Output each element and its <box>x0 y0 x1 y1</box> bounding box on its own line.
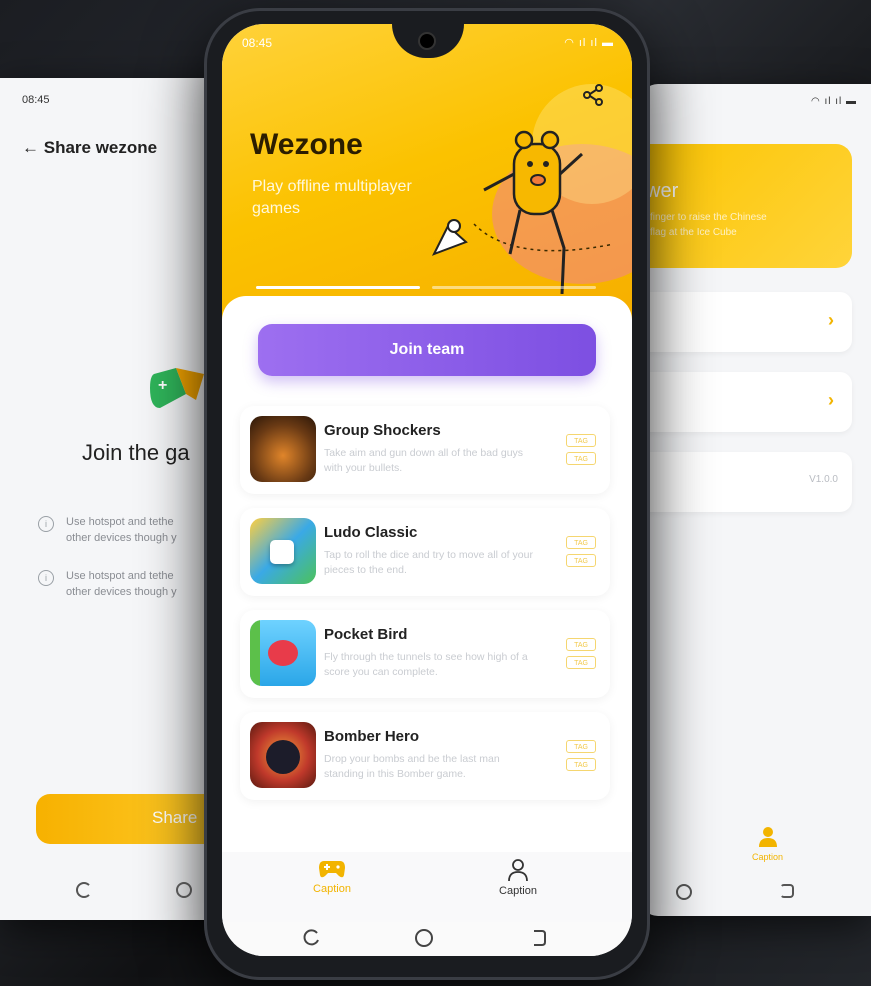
game-tag: TAG <box>566 758 596 771</box>
game-description: Take aim and gun down all of the bad guy… <box>324 447 524 474</box>
tab-games[interactable]: Caption <box>292 858 372 895</box>
game-item-bomber-hero[interactable]: Bomber Hero Drop your bombs and be the l… <box>240 712 610 800</box>
share-icon[interactable] <box>582 84 604 106</box>
svg-text:+: + <box>158 377 167 394</box>
game-description: Drop your bombs and be the last man stan… <box>324 753 500 780</box>
back-nav-icon[interactable] <box>780 884 794 898</box>
back-button[interactable]: ← Share wezone <box>22 138 157 158</box>
system-nav-bar <box>222 922 632 956</box>
game-thumbnail <box>250 518 316 584</box>
feature-card-subtitle: finger to raise the Chinese flag at the I… <box>650 212 767 238</box>
app-subtitle: Play offline multiplayer games <box>252 178 412 217</box>
home-icon[interactable] <box>676 884 692 900</box>
page-indicator[interactable] <box>432 286 596 289</box>
join-team-button[interactable]: Join team <box>258 324 596 376</box>
status-icons: ◠ ıl ıl ▬ <box>564 37 614 49</box>
home-icon[interactable] <box>414 928 434 948</box>
settings-row[interactable]: › <box>640 372 852 432</box>
game-tag: TAG <box>566 452 596 465</box>
game-name: Bomber Hero <box>324 728 420 745</box>
join-heading: Join the ga <box>82 440 190 465</box>
recent-apps-icon[interactable] <box>302 928 322 948</box>
bottom-tab-bar: Caption Caption <box>222 852 632 922</box>
back-title: Share wezone <box>43 138 158 157</box>
mascot-illustration <box>431 130 615 294</box>
main-screen: 08:45 ◠ ıl ıl ▬ Wezone Play offline mult… <box>222 24 632 956</box>
game-item-pocket-bird[interactable]: Pocket Bird Fly through the tunnels to s… <box>240 610 610 698</box>
home-icon[interactable] <box>176 882 192 898</box>
version-label: V1.0.0 <box>809 474 838 485</box>
tab-label: Caption <box>499 885 537 897</box>
chevron-right-icon: › <box>828 310 834 330</box>
settings-row[interactable]: › <box>640 292 852 352</box>
pipe-icon <box>250 620 260 686</box>
chevron-right-icon: › <box>828 390 834 410</box>
feature-card-title: wer <box>646 180 679 202</box>
game-tag: TAG <box>566 638 596 651</box>
game-tag: TAG <box>566 434 596 447</box>
tab-label: Caption <box>313 883 351 895</box>
game-item-group-shockers[interactable]: Group Shockers Take aim and gun down all… <box>240 406 610 494</box>
feature-card[interactable]: wer finger to raise the Chinese flag at t… <box>640 144 852 268</box>
tab-profile[interactable]: Caption <box>478 858 558 897</box>
back-nav-icon[interactable] <box>528 928 548 948</box>
version-row: V1.0.0 <box>640 452 852 512</box>
right-tab-label: Caption <box>752 852 784 862</box>
hint-text: Use hotspot and tethe other devices thoug… <box>66 570 177 598</box>
game-tag: TAG <box>566 740 596 753</box>
page-indicator-active[interactable] <box>256 286 420 289</box>
front-camera <box>420 34 434 48</box>
game-tag: TAG <box>566 656 596 669</box>
bomb-icon <box>266 740 300 774</box>
game-tag: TAG <box>566 554 596 567</box>
camera-notch <box>392 24 464 58</box>
left-status-time: 08:45 <box>22 94 50 106</box>
game-thumbnail <box>250 416 316 482</box>
gamepad-icon <box>319 861 345 878</box>
game-description: Tap to roll the dice and try to move all… <box>324 549 533 576</box>
dice-icon <box>270 540 294 564</box>
recent-apps-icon[interactable] <box>76 882 92 898</box>
right-phone-screen: ◠ ıl ıl ▬ wer finger to raise the Chines… <box>640 84 871 916</box>
app-title: Wezone <box>250 128 363 161</box>
game-tag: TAG <box>566 536 596 549</box>
info-icon: i <box>38 570 54 586</box>
game-thumbnail <box>250 620 316 686</box>
person-icon[interactable] <box>758 826 778 848</box>
status-time: 08:45 <box>242 36 273 50</box>
game-name: Group Shockers <box>324 422 441 439</box>
gamepad-logo-icon: + <box>150 368 204 408</box>
hint-text: Use hotspot and tethe other devices thoug… <box>66 516 177 544</box>
game-thumbnail <box>250 722 316 788</box>
right-status-icons: ◠ ıl ıl ▬ <box>810 96 857 107</box>
bird-icon <box>268 640 298 666</box>
game-name: Ludo Classic <box>324 524 418 541</box>
game-item-ludo-classic[interactable]: Ludo Classic Tap to roll the dice and tr… <box>240 508 610 596</box>
person-icon <box>508 859 528 882</box>
main-phone: 08:45 ◠ ıl ıl ▬ Wezone Play offline mult… <box>204 8 650 980</box>
game-name: Pocket Bird <box>324 626 408 643</box>
info-icon: i <box>38 516 54 532</box>
game-description: Fly through the tunnels to see how high … <box>324 651 528 678</box>
